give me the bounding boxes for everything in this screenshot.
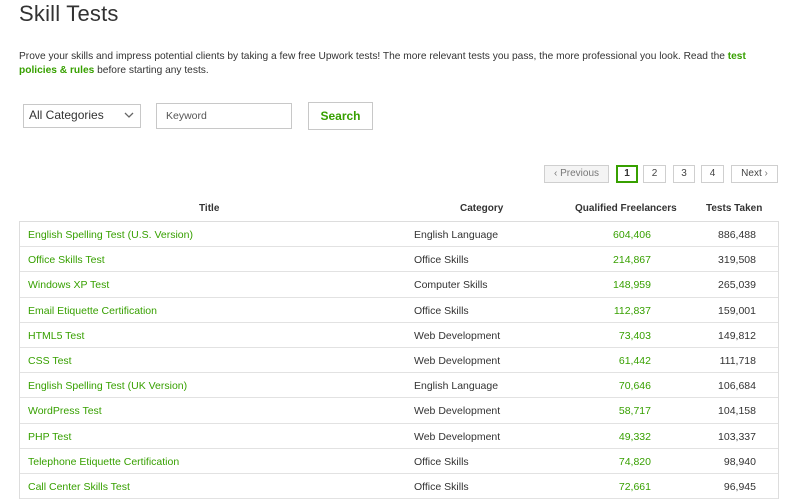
qualified-freelancers-count: 112,837 — [613, 304, 651, 317]
tests-taken-count: 106,684 — [718, 380, 756, 393]
previous-label: Previous — [560, 168, 600, 179]
test-category: Web Development — [414, 329, 501, 342]
test-category: Office Skills — [414, 455, 469, 468]
header-qualified-freelancers[interactable]: Qualified Freelancers — [575, 203, 677, 214]
header-tests-taken[interactable]: Tests Taken — [706, 203, 762, 214]
keyword-input[interactable] — [156, 103, 292, 129]
page-title: Skill Tests — [19, 1, 119, 26]
test-category: English Language — [414, 229, 499, 241]
chevron-left-icon: ‹ — [553, 168, 558, 179]
test-category: Web Development — [414, 430, 501, 443]
qualified-freelancers-count: 72,661 — [618, 480, 651, 493]
header-category[interactable]: Category — [460, 203, 503, 214]
tests-taken-count: 111,718 — [719, 354, 756, 367]
test-title-link[interactable]: PHP Test — [28, 431, 71, 443]
table-row: HTML5 Test Web Development 73,403 149,81… — [20, 323, 778, 348]
tests-taken-count: 265,039 — [718, 279, 756, 292]
table-row: CSS Test Web Development 61,442 111,718 — [20, 348, 778, 374]
previous-page-button[interactable]: ‹ Previous — [544, 165, 609, 183]
tests-taken-count: 149,812 — [718, 329, 756, 342]
tests-taken-count: 319,508 — [718, 254, 756, 267]
table-row: WordPress Test Web Development 58,717 10… — [20, 398, 778, 424]
test-title-link[interactable]: WordPress Test — [28, 405, 102, 417]
header-title[interactable]: Title — [199, 203, 219, 214]
test-category: Web Development — [414, 354, 501, 367]
chevron-down-icon — [124, 112, 134, 118]
tests-taken-count: 96,945 — [723, 480, 756, 493]
skill-tests-table: English Spelling Test (U.S. Version) Eng… — [19, 221, 779, 500]
qualified-freelancers-count: 214,867 — [613, 254, 651, 267]
test-category: Office Skills — [414, 480, 469, 493]
next-label: Next — [741, 168, 762, 179]
intro-text: Prove your skills and impress potential … — [19, 50, 784, 78]
table-row: English Spelling Test (UK Version) Engli… — [20, 373, 778, 399]
page-4-button[interactable]: 4 — [701, 165, 724, 183]
test-title-link[interactable]: English Spelling Test (UK Version) — [28, 380, 187, 392]
chevron-right-icon: › — [764, 168, 768, 179]
test-title-link[interactable]: Call Center Skills Test — [28, 481, 130, 493]
page-3-button[interactable]: 3 — [673, 165, 695, 183]
test-title-link[interactable]: CSS Test — [28, 355, 72, 367]
test-category: English Language — [414, 380, 499, 393]
page-1-button[interactable]: 1 — [616, 165, 638, 183]
intro-text-before: Prove your skills and impress potential … — [19, 51, 728, 62]
table-row: Windows XP Test Computer Skills 148,959 … — [20, 272, 778, 298]
test-title-link[interactable]: Telephone Etiquette Certification — [28, 456, 179, 468]
tests-taken-count: 104,158 — [718, 405, 756, 418]
test-category: Computer Skills — [414, 279, 488, 292]
qualified-freelancers-count: 604,406 — [613, 229, 651, 241]
search-button[interactable]: Search — [308, 102, 373, 130]
page-2-button[interactable]: 2 — [643, 165, 666, 183]
test-title-link[interactable]: Windows XP Test — [28, 279, 109, 291]
table-row: PHP Test Web Development 49,332 103,337 — [20, 424, 778, 449]
tests-taken-count: 159,001 — [718, 304, 756, 317]
qualified-freelancers-count: 74,820 — [618, 455, 651, 468]
qualified-freelancers-count: 70,646 — [618, 380, 651, 393]
test-title-link[interactable]: English Spelling Test (U.S. Version) — [28, 229, 193, 241]
qualified-freelancers-count: 58,717 — [618, 405, 651, 418]
test-category: Web Development — [414, 405, 501, 418]
test-title-link[interactable]: HTML5 Test — [28, 330, 84, 342]
category-select[interactable]: All Categories — [23, 104, 141, 128]
tests-taken-count: 103,337 — [718, 430, 756, 443]
table-row: English Spelling Test (U.S. Version) Eng… — [20, 222, 778, 248]
table-row: Call Center Skills Test Office Skills 72… — [20, 474, 778, 500]
test-title-link[interactable]: Office Skills Test — [28, 254, 105, 266]
qualified-freelancers-count: 61,442 — [618, 354, 651, 367]
tests-taken-count: 98,940 — [723, 455, 756, 468]
test-category: Office Skills — [414, 304, 469, 317]
intro-text-after: before starting any tests. — [94, 65, 209, 76]
tests-taken-count: 886,488 — [718, 229, 756, 241]
qualified-freelancers-count: 148,959 — [613, 279, 651, 292]
qualified-freelancers-count: 49,332 — [618, 430, 651, 443]
next-page-button[interactable]: Next › — [731, 165, 778, 183]
table-row: Email Etiquette Certification Office Ski… — [20, 298, 778, 323]
category-select-value: All Categories — [29, 108, 104, 122]
qualified-freelancers-count: 73,403 — [618, 329, 651, 342]
test-category: Office Skills — [414, 254, 469, 267]
table-row: Office Skills Test Office Skills 214,867… — [20, 247, 778, 273]
test-title-link[interactable]: Email Etiquette Certification — [28, 305, 157, 317]
table-row: Telephone Etiquette Certification Office… — [20, 449, 778, 474]
